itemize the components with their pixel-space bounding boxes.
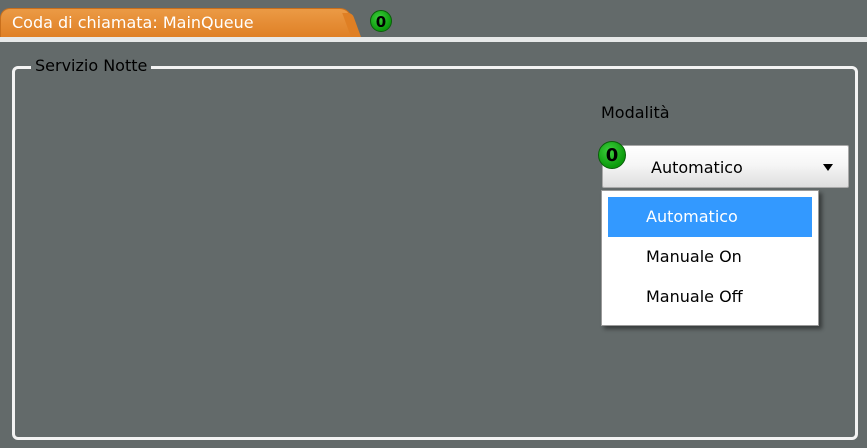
option-manuale-off[interactable]: Manuale Off [608, 277, 812, 317]
mode-combobox[interactable]: Automatico [602, 145, 849, 188]
group-title: Servizio Notte [31, 55, 152, 77]
option-manuale-on[interactable]: Manuale On [608, 237, 812, 277]
tab-label: Coda di chiamata: MainQueue [12, 13, 254, 32]
mode-dropdown-list: Automatico Manuale On Manuale Off [601, 190, 819, 326]
tab-counter-badge: 0 [370, 10, 392, 32]
tab-strip [0, 37, 867, 42]
mode-counter-badge: 0 [598, 141, 626, 169]
option-automatico[interactable]: Automatico [608, 197, 812, 237]
tab-call-queue[interactable]: Coda di chiamata: MainQueue [0, 8, 352, 38]
mode-label: Modalità [601, 103, 670, 122]
chevron-down-icon[interactable] [823, 164, 833, 171]
mode-combobox-value: Automatico [651, 158, 743, 177]
